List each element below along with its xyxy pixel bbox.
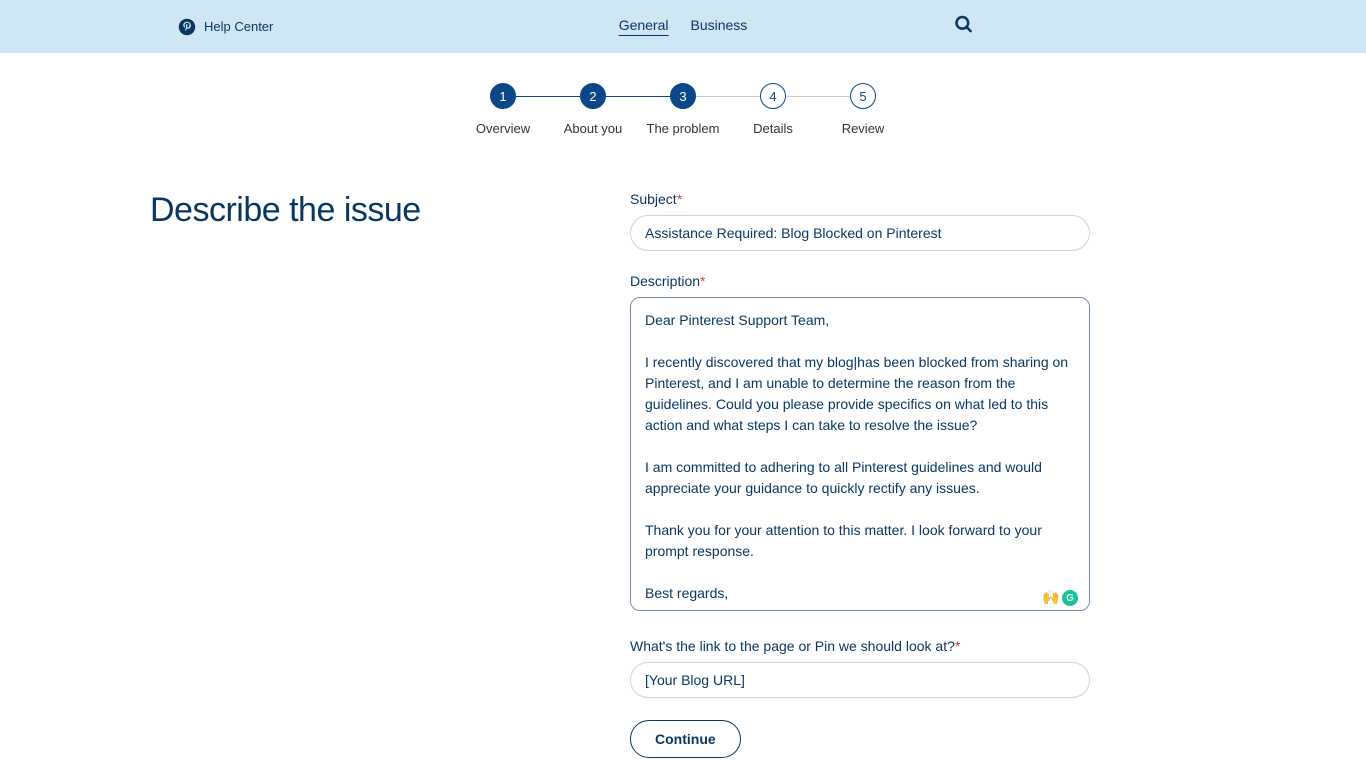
step-circle: 4 xyxy=(760,83,786,109)
step-label: Review xyxy=(842,121,885,136)
grammarly-icon[interactable]: G xyxy=(1062,590,1078,606)
description-label: Description* xyxy=(630,273,1090,289)
step-details[interactable]: 4 Details xyxy=(728,83,818,136)
pinterest-logo-icon xyxy=(178,18,196,36)
subject-input[interactable] xyxy=(630,215,1090,251)
description-wrap: 🙌 G xyxy=(630,297,1090,616)
step-label: Details xyxy=(753,121,793,136)
header-bar: Help Center General Business xyxy=(0,0,1366,53)
step-circle: 1 xyxy=(490,83,516,109)
link-label-text: What's the link to the page or Pin we sh… xyxy=(630,638,955,654)
search-icon xyxy=(954,14,974,34)
description-textarea[interactable] xyxy=(630,297,1090,611)
form-column: Subject* Description* 🙌 G What's the lin… xyxy=(630,191,1090,758)
subject-label-text: Subject xyxy=(630,191,677,207)
step-circle: 2 xyxy=(580,83,606,109)
page-title: Describe the issue xyxy=(150,191,630,230)
link-label: What's the link to the page or Pin we sh… xyxy=(630,638,1090,654)
subject-label: Subject* xyxy=(630,191,1090,207)
brand[interactable]: Help Center xyxy=(178,18,273,36)
step-the-problem[interactable]: 3 The problem xyxy=(638,83,728,136)
step-review[interactable]: 5 Review xyxy=(818,83,908,136)
main-content: Describe the issue Subject* Description*… xyxy=(0,191,1366,758)
step-label: Overview xyxy=(476,121,530,136)
brand-text: Help Center xyxy=(204,19,273,34)
step-label: About you xyxy=(564,121,623,136)
header-tabs: General Business xyxy=(619,17,748,36)
step-overview[interactable]: 1 Overview xyxy=(458,83,548,136)
required-mark: * xyxy=(677,191,682,207)
description-group: Description* 🙌 G xyxy=(630,273,1090,616)
continue-button[interactable]: Continue xyxy=(630,720,741,758)
input-badges: 🙌 G xyxy=(1042,590,1078,606)
step-circle: 3 xyxy=(670,83,696,109)
required-mark: * xyxy=(955,638,960,654)
step-about-you[interactable]: 2 About you xyxy=(548,83,638,136)
link-input[interactable] xyxy=(630,662,1090,698)
subject-group: Subject* xyxy=(630,191,1090,251)
tab-general[interactable]: General xyxy=(619,17,669,36)
step-label: The problem xyxy=(647,121,720,136)
step-circle: 5 xyxy=(850,83,876,109)
required-mark: * xyxy=(700,273,705,289)
emoji-icon[interactable]: 🙌 xyxy=(1042,590,1058,606)
tab-business[interactable]: Business xyxy=(691,17,748,36)
description-label-text: Description xyxy=(630,273,700,289)
left-column: Describe the issue xyxy=(150,191,630,758)
search-button[interactable] xyxy=(954,14,974,39)
progress-stepper: 1 Overview 2 About you 3 The problem 4 D… xyxy=(0,83,1366,136)
link-group: What's the link to the page or Pin we sh… xyxy=(630,638,1090,698)
